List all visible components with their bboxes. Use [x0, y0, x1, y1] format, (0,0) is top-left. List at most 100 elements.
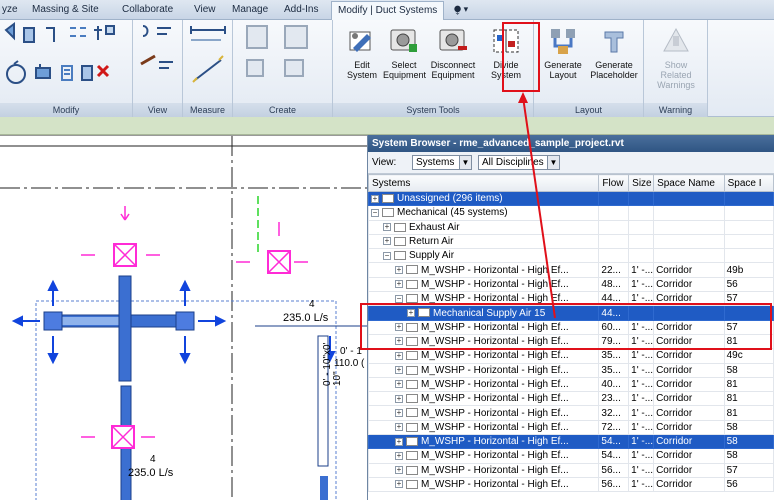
tab-options-icon[interactable]: ⧭ ▾	[454, 4, 468, 15]
system-row[interactable]: + M_WSHP - Horizontal - High Ef... 54... 1'…	[368, 434, 774, 450]
space-number-cell: 49b	[723, 262, 774, 278]
tab-collaborate[interactable]: Collaborate	[122, 4, 173, 15]
modify-tools-icons[interactable]	[0, 20, 133, 100]
tab-massing-site[interactable]: Massing & Site	[32, 4, 99, 15]
expand-icon[interactable]: +	[395, 451, 403, 460]
expand-icon[interactable]: +	[383, 237, 391, 246]
system-row[interactable]: + Return Air	[368, 233, 774, 250]
expand-icon[interactable]: +	[395, 351, 403, 360]
disconnect-equipment-button[interactable]: Disconnect Equipment	[429, 22, 477, 96]
size-cell	[628, 205, 655, 221]
system-cell: + Unassigned (296 items)	[368, 190, 600, 207]
column-header-flow[interactable]: Flow	[598, 174, 630, 192]
column-header-space-name[interactable]: Space Name	[653, 174, 725, 192]
space-name-cell: Corridor	[653, 348, 725, 364]
show-related-warnings-button[interactable]: Show Related Warnings	[650, 22, 702, 96]
space-name-cell	[653, 219, 725, 235]
tab-add-ins[interactable]: Add-Ins	[284, 4, 318, 15]
duct-label-b: 110.0 (	[334, 358, 365, 369]
system-row[interactable]: + M_WSHP - Horizontal - High Ef... 35... 1'…	[368, 362, 774, 378]
expand-icon[interactable]: +	[371, 194, 379, 203]
space-number-cell: 58	[723, 448, 774, 464]
system-label: M_WSHP - Horizontal - High Ef...	[421, 364, 569, 376]
space-name-cell: Corridor	[653, 462, 725, 478]
expand-icon[interactable]: +	[395, 480, 403, 489]
create-tools-icons[interactable]	[233, 20, 333, 100]
system-row[interactable]: + Unassigned (296 items)	[368, 190, 774, 207]
generate-placeholder-button[interactable]: Generate Placeholder	[588, 22, 640, 96]
system-row[interactable]: + M_WSHP - Horizontal - High Ef... 54... 1'…	[368, 448, 774, 464]
chevron-down-icon: ▼	[547, 156, 559, 169]
unit-icon	[406, 422, 418, 432]
space-number-cell: 56	[723, 276, 774, 293]
column-header-space-number[interactable]: Space I	[723, 174, 774, 192]
system-label: M_WSHP - Horizontal - High Ef...	[421, 407, 569, 419]
expand-icon[interactable]: +	[395, 437, 403, 446]
view-tools-icons[interactable]	[133, 20, 183, 100]
tab-view[interactable]: View	[194, 4, 216, 15]
system-row[interactable]: − Supply Air	[368, 248, 774, 264]
select-equipment-icon	[389, 26, 419, 56]
unit-icon	[406, 465, 418, 475]
size-cell	[628, 190, 655, 207]
space-name-cell: Corridor	[653, 476, 725, 493]
system-label: M_WSHP - Horizontal - High Ef...	[421, 379, 569, 390]
space-name-cell: Corridor	[653, 405, 725, 421]
system-row[interactable]: + M_WSHP - Horizontal - High Ef... 23... 1'…	[368, 391, 774, 407]
system-row[interactable]: + M_WSHP - Horizontal - High Ef... 56... 1'…	[368, 462, 774, 478]
system-cell: + Return Air	[368, 233, 600, 250]
expand-icon[interactable]: +	[395, 394, 403, 403]
expand-icon[interactable]: +	[395, 423, 403, 432]
collapse-icon[interactable]: −	[383, 251, 391, 260]
tab-modify-duct-systems[interactable]: Modify | Duct Systems	[331, 1, 445, 20]
expand-icon[interactable]: +	[395, 466, 403, 475]
expand-icon[interactable]: +	[395, 408, 403, 417]
exhaust-icon	[394, 222, 406, 232]
expand-icon[interactable]: +	[395, 280, 403, 289]
system-cell: − Supply Air	[368, 248, 600, 264]
system-row[interactable]: + M_WSHP - Horizontal - High Ef... 35... 1'…	[368, 348, 774, 364]
system-row[interactable]: + M_WSHP - Horizontal - High Ef... 72... 1'…	[368, 419, 774, 436]
discipline-select[interactable]: All Disciplines ▼	[478, 155, 560, 170]
space-name-cell: Corridor	[653, 391, 725, 407]
column-header-systems[interactable]: Systems	[368, 174, 600, 192]
collapse-icon[interactable]: −	[371, 208, 379, 217]
panel-label-modify: Modify	[0, 103, 132, 117]
generate-layout-button[interactable]: Generate Layout	[538, 22, 588, 96]
system-cell: + Exhaust Air	[368, 219, 600, 235]
system-row[interactable]: + M_WSHP - Horizontal - High Ef... 32... 1'…	[368, 405, 774, 421]
expand-icon[interactable]: +	[395, 380, 403, 389]
flow-cell: 48...	[598, 276, 630, 293]
system-label: Supply Air	[409, 250, 455, 262]
column-header-size[interactable]: Size	[628, 174, 655, 192]
tab-analyze[interactable]: yze	[2, 4, 18, 15]
system-row[interactable]: − Mechanical (45 systems)	[368, 205, 774, 221]
system-row[interactable]: + Exhaust Air	[368, 219, 774, 235]
unit-icon	[406, 408, 418, 418]
flow-cell: 40...	[598, 376, 630, 393]
drawing-canvas[interactable]: 4 235.0 L/s 4 235.0 L/s 0' - 1 110.0 ( 0…	[0, 135, 370, 500]
system-label: M_WSHP - Horizontal - High Ef...	[421, 278, 569, 290]
system-row[interactable]: + M_WSHP - Horizontal - High Ef... 56... 1'…	[368, 476, 774, 493]
unit-icon	[406, 351, 418, 361]
system-cell: + M_WSHP - Horizontal - High Ef...	[368, 448, 600, 464]
expand-icon[interactable]: +	[395, 366, 403, 375]
system-row[interactable]: + M_WSHP - Horizontal - High Ef... 40... 1'…	[368, 376, 774, 393]
expand-icon[interactable]: +	[395, 265, 403, 274]
flow-cell: 23...	[598, 391, 630, 407]
size-cell: 1' -...	[628, 262, 655, 278]
view-select[interactable]: Systems ▼	[412, 155, 472, 170]
space-number-cell	[723, 248, 774, 264]
expand-icon[interactable]: +	[383, 223, 391, 232]
system-cell: + M_WSHP - Horizontal - High Ef...	[368, 262, 600, 278]
tab-manage[interactable]: Manage	[232, 4, 268, 15]
system-row[interactable]: + M_WSHP - Horizontal - High Ef... 22... 1'…	[368, 262, 774, 278]
space-number-cell: 58	[723, 419, 774, 436]
edit-system-button[interactable]: Edit System	[341, 22, 383, 96]
select-equipment-button[interactable]: Select Equipment	[383, 22, 426, 96]
measure-tools-icons[interactable]	[183, 20, 233, 100]
system-row[interactable]: + M_WSHP - Horizontal - High Ef... 48... 1'…	[368, 276, 774, 293]
flow-cell	[598, 190, 630, 207]
collapse-icon[interactable]: −	[395, 294, 403, 303]
system-cell: + M_WSHP - Horizontal - High Ef...	[368, 348, 600, 364]
